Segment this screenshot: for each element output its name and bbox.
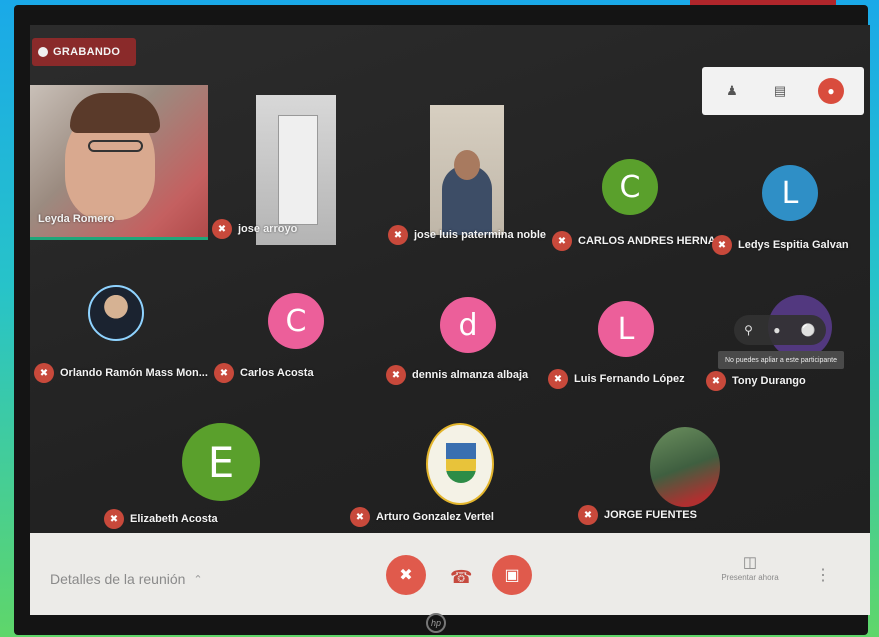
present-screen-icon: ◫ xyxy=(742,554,758,571)
head-shape xyxy=(454,150,480,180)
name-tag-dennis: ✖ dennis almanza albaja xyxy=(386,365,528,385)
participant-name: Carlos Acosta xyxy=(240,367,314,379)
name-tag-carlos-andres: ✖ CARLOS ANDRES HERNA... xyxy=(552,231,725,251)
name-tag-tony: ✖ Tony Durango xyxy=(706,371,806,391)
present-label: Presentar ahora xyxy=(721,573,779,582)
participant-name: Ledys Espitia Galvan xyxy=(738,239,849,251)
mic-off-icon: ✖ xyxy=(706,371,726,391)
remove-icon[interactable]: ⚪ xyxy=(801,323,816,337)
participant-name: CARLOS ANDRES HERNA... xyxy=(578,235,725,247)
chevron-up-icon: ⌃ xyxy=(193,573,203,586)
name-tag-leyda: Leyda Romero xyxy=(38,213,114,225)
mic-off-icon: ✖ xyxy=(34,363,54,383)
name-tag-arturo: ✖ Arturo Gonzalez Vertel xyxy=(350,507,494,527)
mic-toggle-button[interactable]: ✖ xyxy=(386,555,426,595)
avatar-carlos-andres[interactable]: C xyxy=(602,159,658,215)
participant-name: JORGE FUENTES xyxy=(604,509,697,521)
meeting-details-button[interactable]: Detalles de la reunión ⌃ xyxy=(50,571,203,587)
participant-name: Orlando Ramón Mass Mon... xyxy=(60,367,208,379)
mic-off-icon: ✖ xyxy=(552,231,572,251)
chat-icon[interactable]: ▤ xyxy=(770,82,790,100)
pin-icon[interactable]: ⚲ xyxy=(744,323,753,337)
mic-off-icon: ✖ xyxy=(388,225,408,245)
mic-off-icon: ✖ xyxy=(212,219,232,239)
mute-icon[interactable]: ● xyxy=(773,323,780,337)
mic-off-icon: ✖ xyxy=(350,507,370,527)
participant-name: Leyda Romero xyxy=(38,213,115,225)
name-tag-elizabeth: ✖ Elizabeth Acosta xyxy=(104,509,218,529)
participant-name: jose arroyo xyxy=(238,223,298,235)
avatar-ledys[interactable]: L xyxy=(762,165,818,221)
glasses-shape xyxy=(88,140,143,152)
name-tag-carlos-acosta: ✖ Carlos Acosta xyxy=(214,363,314,383)
camera-off-icon: ▣ xyxy=(504,567,520,584)
name-tag-orlando: ✖ Orlando Ramón Mass Mon... xyxy=(34,363,208,383)
more-options-icon[interactable]: ⋮ xyxy=(815,565,831,585)
participant-name: dennis almanza albaja xyxy=(412,369,529,381)
meeting-screen: GRABANDO ♟ ▤ ● Leyda Romero ✖ jose arroy… xyxy=(30,25,870,615)
participant-hover-controls: ⚲ ● ⚪ xyxy=(734,315,826,345)
avatar-elizabeth[interactable]: E xyxy=(182,423,260,501)
name-tag-luis-fernando: ✖ Luis Fernando López xyxy=(548,369,685,389)
present-now-button[interactable]: ◫ Presentar ahora xyxy=(710,553,790,582)
recording-dot-icon xyxy=(38,47,48,57)
recording-badge: GRABANDO xyxy=(32,38,136,66)
hang-up-button[interactable]: ☎ xyxy=(450,567,472,588)
name-tag-jorge: ✖ JORGE FUENTES xyxy=(578,505,697,525)
hair-shape xyxy=(70,93,160,133)
mic-off-icon: ✖ xyxy=(399,567,413,584)
participant-photo-jorge[interactable] xyxy=(650,427,720,507)
participant-name: Arturo Gonzalez Vertel xyxy=(376,511,494,523)
mic-off-icon: ✖ xyxy=(548,369,568,389)
participant-name: jose luis patermina noble xyxy=(414,229,547,241)
participant-name: Tony Durango xyxy=(732,375,806,387)
mic-off-icon: ✖ xyxy=(578,505,598,525)
laptop-logo: hp xyxy=(426,613,446,633)
participant-name: Elizabeth Acosta xyxy=(130,513,218,525)
laptop-frame: GRABANDO ♟ ▤ ● Leyda Romero ✖ jose arroy… xyxy=(14,5,870,635)
mic-off-icon: ✖ xyxy=(712,235,732,255)
meeting-bottom-bar: Detalles de la reunión ⌃ ✖ ☎ ▣ ◫ Present… xyxy=(30,533,870,615)
mic-off-icon: ✖ xyxy=(104,509,124,529)
people-icon[interactable]: ♟ xyxy=(722,82,742,100)
hover-tooltip: No puedes apliar a este participante xyxy=(718,351,844,369)
mic-off-icon: ✖ xyxy=(386,365,406,385)
name-tag-jose-luis: ✖ jose luis patermina noble xyxy=(388,225,546,245)
participant-photo-arturo[interactable] xyxy=(426,423,494,505)
top-right-controls: ♟ ▤ ● xyxy=(702,67,864,115)
recording-label: GRABANDO xyxy=(53,46,121,58)
avatar-luis-fernando[interactable]: L xyxy=(598,301,654,357)
coat-of-arms-icon xyxy=(446,443,476,483)
name-tag-ledys: ✖ Ledys Espitia Galvan xyxy=(712,235,849,255)
avatar-dennis[interactable]: d xyxy=(440,297,496,353)
name-tag-jose: ✖ jose arroyo xyxy=(212,219,297,239)
participant-photo-orlando[interactable] xyxy=(88,285,144,341)
meeting-details-label: Detalles de la reunión xyxy=(50,571,186,587)
avatar-carlos-acosta[interactable]: C xyxy=(268,293,324,349)
participant-video-jose-luis[interactable] xyxy=(430,105,504,235)
mic-off-icon: ✖ xyxy=(214,363,234,383)
participant-name: Luis Fernando López xyxy=(574,373,685,385)
user-avatar-icon[interactable]: ● xyxy=(818,78,844,104)
door-shape xyxy=(278,115,318,225)
camera-toggle-button[interactable]: ▣ xyxy=(492,555,532,595)
